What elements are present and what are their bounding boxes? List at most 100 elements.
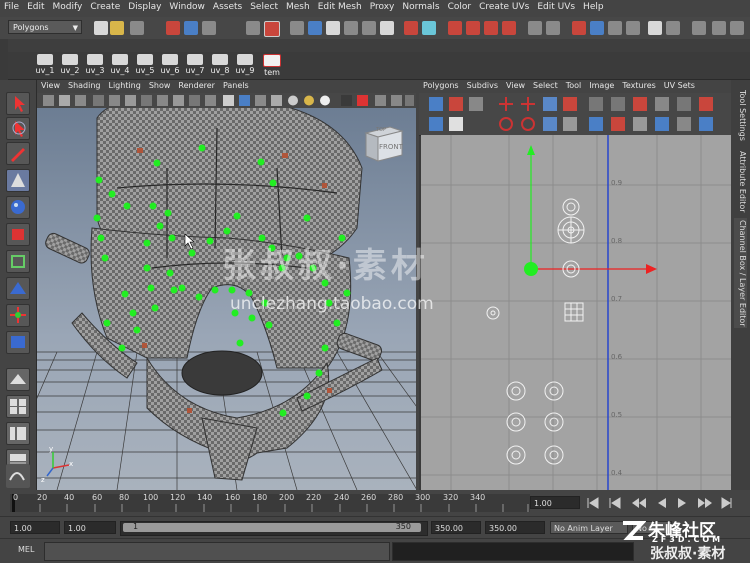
- range-slider-bar[interactable]: 1 350: [120, 521, 428, 536]
- uv-menu-tool[interactable]: Tool: [562, 80, 586, 91]
- select-hierarchy-icon[interactable]: [166, 21, 180, 35]
- menu-edit[interactable]: Edit: [23, 0, 48, 14]
- uv-menu-textures[interactable]: Textures: [618, 80, 659, 91]
- playback-controls[interactable]: [586, 495, 746, 511]
- uv-move-manipulator[interactable]: [524, 145, 657, 276]
- shelf-button-uv3[interactable]: uv_3: [83, 52, 107, 79]
- menu-edit-uvs[interactable]: Edit UVs: [533, 0, 579, 14]
- soft-mod-icon[interactable]: [6, 277, 30, 300]
- input-line-2-icon[interactable]: [666, 21, 680, 35]
- view-cube[interactable]: TOP FRONT: [362, 123, 404, 163]
- open-scene-icon[interactable]: [110, 21, 124, 35]
- menu-normals[interactable]: Normals: [398, 0, 443, 14]
- uv-shells[interactable]: [486, 198, 585, 465]
- playback-start-field[interactable]: 1.00: [64, 521, 116, 534]
- snap-point-icon[interactable]: [448, 21, 462, 35]
- start-time-field[interactable]: 1.00: [10, 521, 60, 534]
- render-settings-icon[interactable]: [626, 21, 640, 35]
- input-line-icon[interactable]: [648, 21, 662, 35]
- menu-assets[interactable]: Assets: [209, 0, 246, 14]
- end-time-field[interactable]: 350.00: [485, 521, 545, 534]
- shelf-button-uv4[interactable]: uv_4: [108, 52, 132, 79]
- paint-select-tool-icon[interactable]: [6, 142, 30, 165]
- menu-window[interactable]: Window: [165, 0, 209, 14]
- component-mask-3-icon[interactable]: [326, 21, 340, 35]
- render-current-icon[interactable]: [590, 21, 604, 35]
- single-perspective-layout-icon[interactable]: [6, 368, 30, 391]
- range-slider-handle[interactable]: 1 350: [123, 522, 421, 532]
- menu-mesh[interactable]: Mesh: [282, 0, 314, 14]
- select-tool-icon[interactable]: [6, 92, 30, 115]
- component-mask-2-icon[interactable]: [308, 21, 322, 35]
- render-view-icon[interactable]: [572, 21, 586, 35]
- uv-menu-subdivs[interactable]: Subdivs: [463, 80, 502, 91]
- construction-history-icon[interactable]: [546, 21, 560, 35]
- menu-create-uvs[interactable]: Create UVs: [475, 0, 533, 14]
- playback-end-field[interactable]: 350.00: [431, 521, 481, 534]
- panel-menu-renderer[interactable]: Renderer: [174, 80, 219, 91]
- pick-mask-active-icon[interactable]: [264, 21, 280, 37]
- menu-set-dropdown[interactable]: Polygons ▼: [8, 20, 82, 34]
- ipr-render-icon[interactable]: [608, 21, 622, 35]
- show-manip-icon[interactable]: [6, 304, 30, 327]
- panel-menu-panels[interactable]: Panels: [219, 80, 253, 91]
- anim-layer-dropdown[interactable]: No Anim Layer: [550, 521, 628, 534]
- universal-manip-icon[interactable]: [6, 250, 30, 273]
- sidebar-toggle-icon[interactable]: [692, 21, 706, 35]
- save-scene-icon[interactable]: [130, 21, 144, 35]
- persp-outliner-layout-icon[interactable]: [6, 422, 30, 445]
- shelf-button-uv7[interactable]: uv_7: [183, 52, 207, 79]
- shelf-button-uv2[interactable]: uv_2: [58, 52, 82, 79]
- last-tool-icon[interactable]: [6, 331, 30, 354]
- uv-menu-view[interactable]: View: [502, 80, 529, 91]
- snap-surface-icon[interactable]: [484, 21, 498, 35]
- four-view-layout-icon[interactable]: [6, 395, 30, 418]
- menu-create[interactable]: Create: [86, 0, 124, 14]
- select-object-icon[interactable]: [184, 21, 198, 35]
- menu-select[interactable]: Select: [246, 0, 282, 14]
- component-mask-4-icon[interactable]: [344, 21, 358, 35]
- menu-color[interactable]: Color: [444, 0, 476, 14]
- uv-menu-polygons[interactable]: Polygons: [419, 80, 463, 91]
- shelf-button-uv5[interactable]: uv_5: [133, 52, 157, 79]
- new-scene-icon[interactable]: [94, 21, 108, 35]
- shelf-button-uv1[interactable]: uv_1: [33, 52, 57, 79]
- uv-menu-select[interactable]: Select: [529, 80, 562, 91]
- shelf-button-uv8[interactable]: uv_8: [208, 52, 232, 79]
- shelf-button-tem[interactable]: tem: [260, 52, 284, 79]
- panel-menu-lighting[interactable]: Lighting: [104, 80, 144, 91]
- lasso-tool-icon[interactable]: [6, 117, 30, 140]
- select-component-icon[interactable]: [202, 21, 216, 35]
- shelf-button-uv6[interactable]: uv_6: [158, 52, 182, 79]
- panel-menu-show[interactable]: Show: [145, 80, 175, 91]
- panel-menu-view[interactable]: View: [37, 80, 64, 91]
- tab-channel-box[interactable]: Channel Box / Layer Editor: [734, 218, 747, 328]
- menu-file[interactable]: File: [0, 0, 23, 14]
- tab-attribute-editor[interactable]: Attribute Editor: [734, 150, 747, 214]
- magnet-icon[interactable]: [502, 21, 516, 35]
- component-mask-icon[interactable]: [290, 21, 304, 35]
- shelf-handle[interactable]: [0, 39, 8, 80]
- mel-label[interactable]: MEL: [18, 545, 34, 554]
- channel-box-toggle-icon[interactable]: [712, 21, 726, 35]
- snap-grid-icon[interactable]: [404, 21, 418, 35]
- menu-edit-mesh[interactable]: Edit Mesh: [314, 0, 366, 14]
- perspective-viewport[interactable]: x y z TOP FRONT: [37, 108, 416, 490]
- helmet-mesh[interactable]: [44, 108, 384, 481]
- pick-mask-icon[interactable]: [246, 21, 260, 35]
- rotate-tool-icon[interactable]: [6, 196, 30, 219]
- history-icon[interactable]: [528, 21, 542, 35]
- snap-curve-icon[interactable]: [422, 21, 436, 35]
- command-input[interactable]: [44, 542, 390, 561]
- time-slider[interactable]: 0 20 40 60 80 100 120 140 160 180 200 22…: [0, 490, 750, 516]
- attribute-editor-toggle-icon[interactable]: [730, 21, 744, 35]
- tab-tool-settings[interactable]: Tool Settings: [734, 86, 747, 144]
- menu-display[interactable]: Display: [124, 0, 165, 14]
- hypershade-layout-icon[interactable]: [6, 464, 30, 488]
- scale-tool-icon[interactable]: [6, 223, 30, 246]
- uv-toolbar-icons[interactable]: [429, 97, 713, 131]
- menu-help[interactable]: Help: [579, 0, 608, 14]
- snap-plane-icon[interactable]: [466, 21, 480, 35]
- move-tool-icon[interactable]: [6, 169, 30, 192]
- uv-menu-image[interactable]: Image: [585, 80, 618, 91]
